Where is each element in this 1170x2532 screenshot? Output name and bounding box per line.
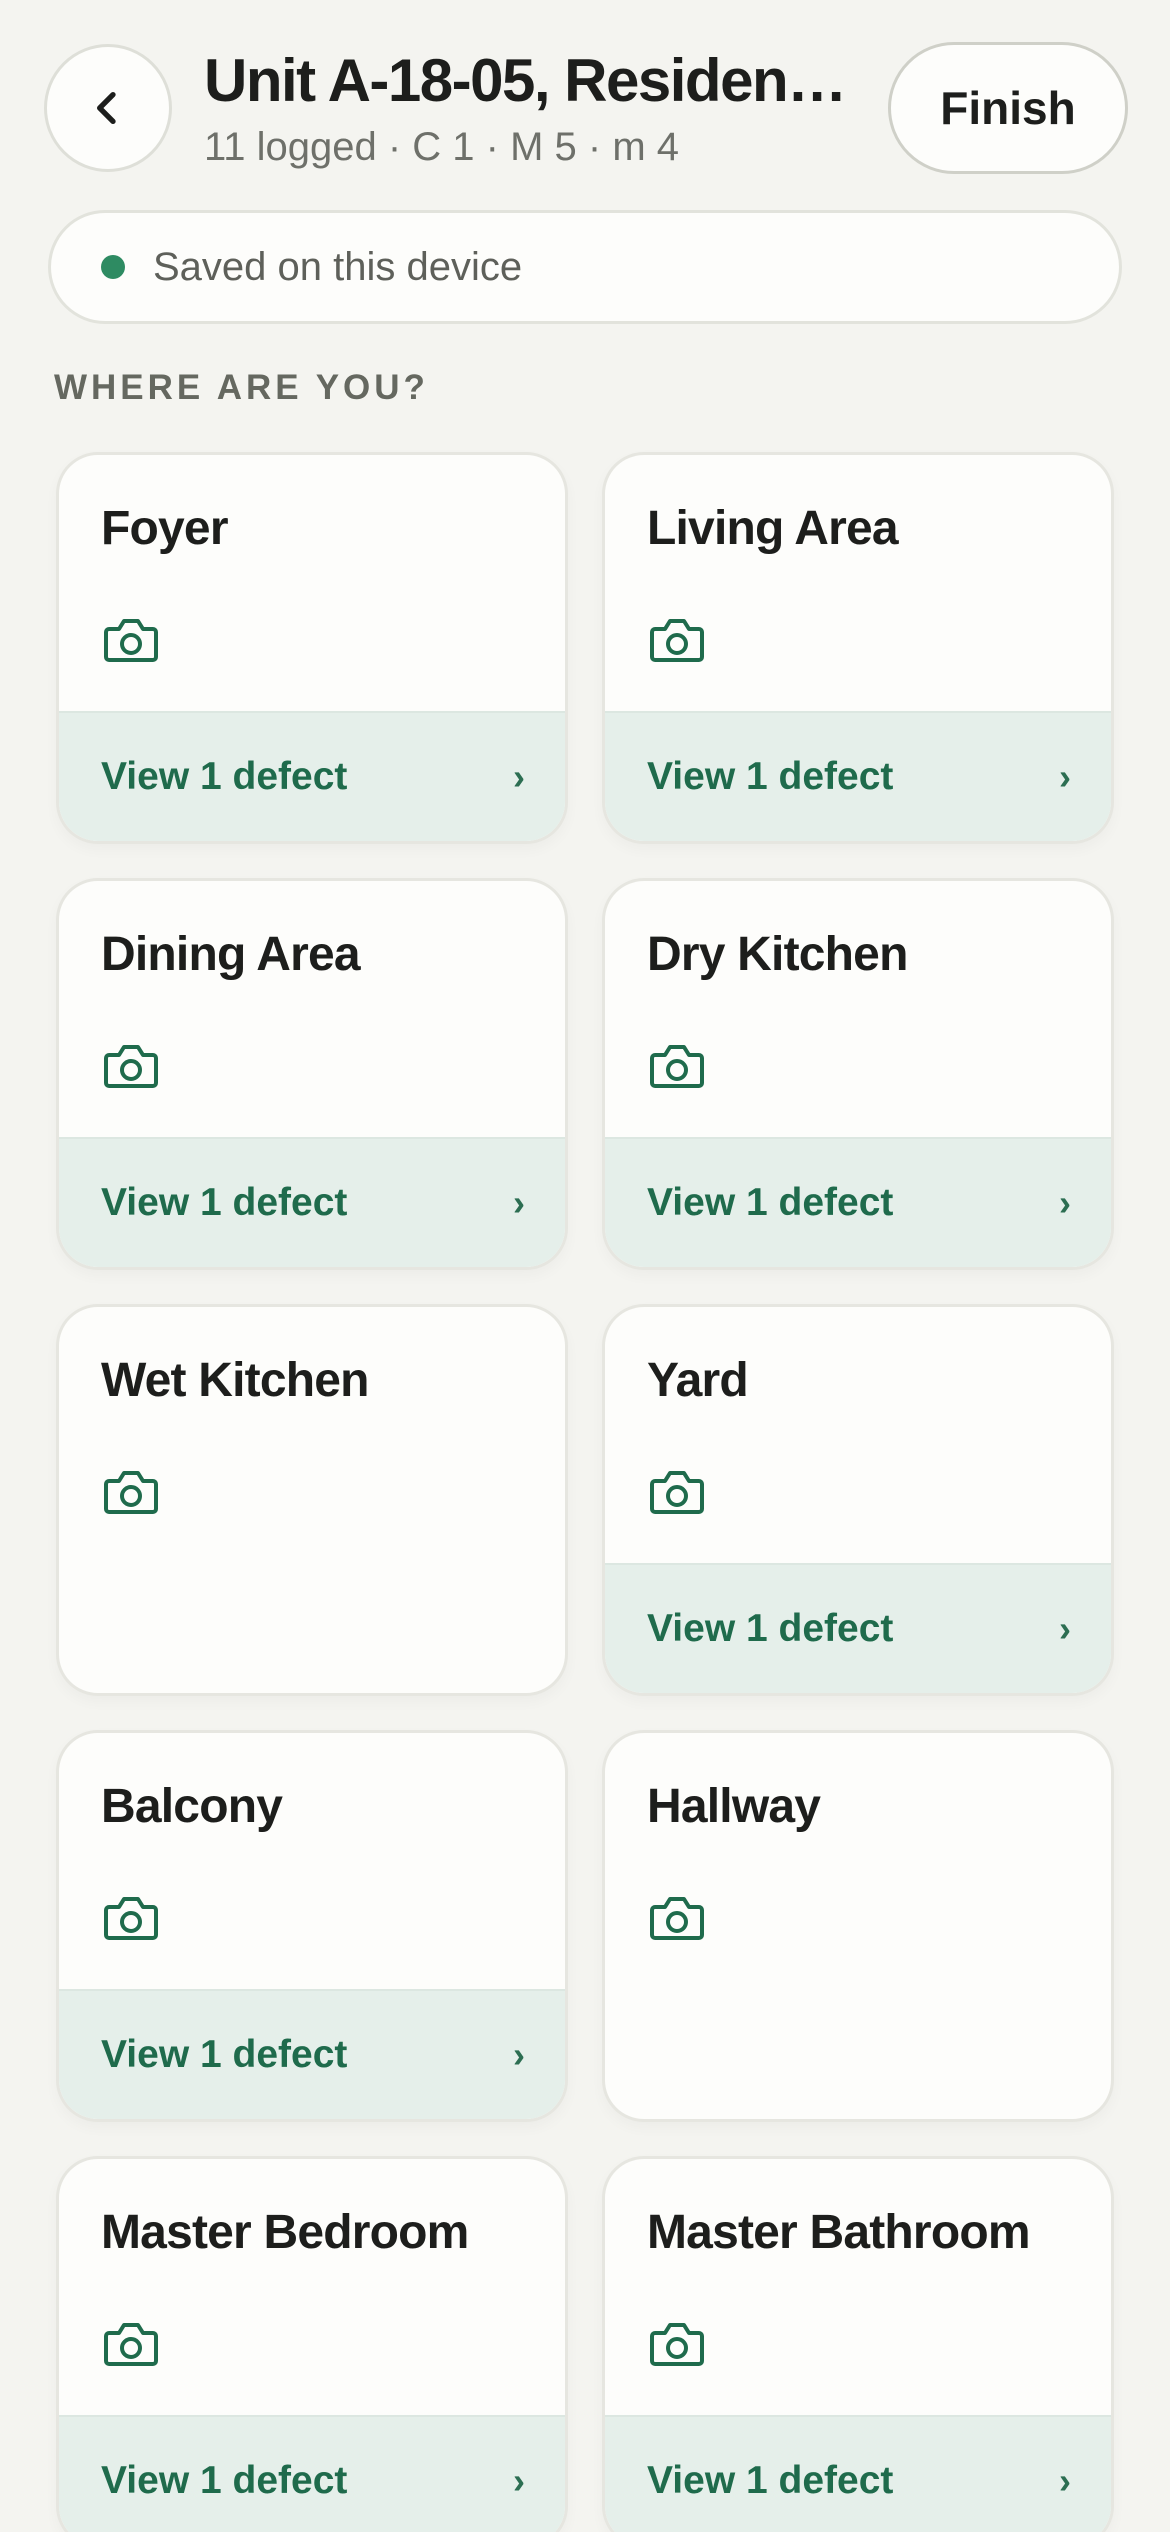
defect-count-label: View 1 defect <box>647 1181 894 1224</box>
room-card[interactable]: Master Bathroom View 1 defect › <box>602 2156 1114 2532</box>
chevron-right-icon: › <box>1059 756 1071 797</box>
back-button[interactable] <box>44 44 172 172</box>
title-block: Unit A-18-05, Residensi Jalan Ampang 11 … <box>204 44 864 172</box>
view-defects-link[interactable]: View 1 defect › <box>605 2415 1111 2532</box>
room-card[interactable]: Master Bedroom View 1 defect › <box>56 2156 568 2532</box>
section-heading: WHERE ARE YOU? <box>54 368 429 407</box>
view-defects-link[interactable]: View 1 defect › <box>59 1137 565 1267</box>
defect-count-label: View 1 defect <box>647 2459 894 2502</box>
camera-icon[interactable] <box>649 1467 705 1517</box>
inspection-summary: 11 logged · C 1 · M 5 · m 4 <box>204 125 679 169</box>
room-card[interactable]: Dry Kitchen View 1 defect › <box>602 878 1114 1270</box>
room-name: Master Bedroom <box>101 2206 469 2259</box>
chevron-left-icon <box>97 92 116 125</box>
defect-count-label: View 1 defect <box>101 1181 348 1224</box>
view-defects-link[interactable]: View 1 defect › <box>59 2415 565 2532</box>
room-card[interactable]: Living Area View 1 defect › <box>602 452 1114 844</box>
view-defects-link[interactable]: View 1 defect › <box>605 1137 1111 1267</box>
room-name: Balcony <box>101 1780 283 1833</box>
save-status-text: Saved on this device <box>153 244 523 289</box>
camera-icon[interactable] <box>103 1041 159 1091</box>
inspection-screen: Unit A-18-05, Residensi Jalan Ampang 11 … <box>0 0 1170 2532</box>
view-defects-link[interactable]: View 1 defect › <box>605 711 1111 841</box>
camera-icon[interactable] <box>103 1893 159 1943</box>
chevron-right-icon: › <box>1059 1182 1071 1223</box>
finish-button[interactable]: Finish <box>888 42 1128 174</box>
defect-count-label: View 1 defect <box>101 755 348 798</box>
room-card[interactable]: Hallway <box>602 1730 1114 2122</box>
defect-count-label: View 1 defect <box>101 2459 348 2502</box>
chevron-right-icon: › <box>513 2460 525 2501</box>
view-defects-link[interactable]: View 1 defect › <box>59 1989 565 2119</box>
chevron-right-icon: › <box>513 1182 525 1223</box>
chevron-right-icon: › <box>513 756 525 797</box>
camera-icon[interactable] <box>649 1041 705 1091</box>
chevron-right-icon: › <box>1059 1608 1071 1649</box>
camera-icon[interactable] <box>103 2319 159 2369</box>
room-name: Living Area <box>647 502 899 555</box>
camera-icon[interactable] <box>103 615 159 665</box>
chevron-right-icon: › <box>1059 2460 1071 2501</box>
page-title: Unit A-18-05, Residensi Jalan Ampang <box>204 47 864 114</box>
room-name: Master Bathroom <box>647 2206 1031 2259</box>
save-status-banner: Saved on this device <box>48 210 1122 324</box>
room-card[interactable]: Dining Area View 1 defect › <box>56 878 568 1270</box>
room-card[interactable]: Yard View 1 defect › <box>602 1304 1114 1696</box>
room-name: Hallway <box>647 1780 821 1833</box>
defect-count-label: View 1 defect <box>647 755 894 798</box>
camera-icon[interactable] <box>649 1893 705 1943</box>
defect-count-label: View 1 defect <box>101 2033 348 2076</box>
view-defects-link[interactable]: View 1 defect › <box>605 1563 1111 1693</box>
camera-icon[interactable] <box>103 1467 159 1517</box>
room-name: Dining Area <box>101 928 361 981</box>
header: Unit A-18-05, Residensi Jalan Ampang 11 … <box>0 0 1170 200</box>
room-name: Dry Kitchen <box>647 928 908 981</box>
room-name: Foyer <box>101 502 229 555</box>
camera-icon[interactable] <box>649 615 705 665</box>
room-card[interactable]: Wet Kitchen <box>56 1304 568 1696</box>
room-name: Wet Kitchen <box>101 1354 369 1407</box>
chevron-right-icon: › <box>513 2034 525 2075</box>
room-name: Yard <box>647 1354 749 1407</box>
room-card[interactable]: Balcony View 1 defect › <box>56 1730 568 2122</box>
defect-count-label: View 1 defect <box>647 1607 894 1650</box>
room-card[interactable]: Foyer View 1 defect › <box>56 452 568 844</box>
status-dot <box>101 255 125 279</box>
view-defects-link[interactable]: View 1 defect › <box>59 711 565 841</box>
camera-icon[interactable] <box>649 2319 705 2369</box>
